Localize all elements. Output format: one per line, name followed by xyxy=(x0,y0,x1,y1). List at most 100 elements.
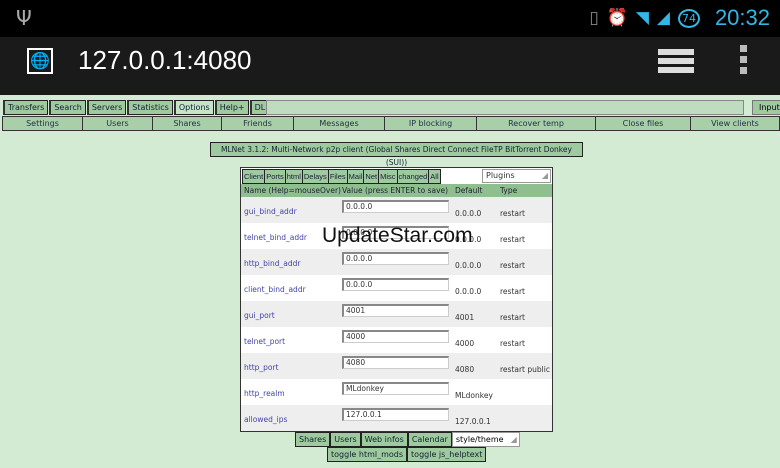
nav-users[interactable]: Users xyxy=(330,432,361,447)
command-input[interactable] xyxy=(266,100,744,115)
tab-changed[interactable]: changed xyxy=(396,169,430,184)
option-tabs: Client Ports html Delays Files Mail Net … xyxy=(242,169,441,184)
option-default: 0.0.0.0 xyxy=(455,287,482,296)
option-type: restart xyxy=(500,261,526,270)
input-button[interactable]: Input xyxy=(752,100,780,115)
option-row: http_bind_addr 0.0.0.0 0.0.0.0 restart xyxy=(241,249,552,275)
tabs-icon[interactable] xyxy=(658,49,694,75)
dropdown-icon: ◢ xyxy=(510,435,517,444)
globe-icon: 🌐 xyxy=(27,48,53,74)
nav-web-infos[interactable]: Web infos xyxy=(360,432,408,447)
overflow-menu-icon[interactable] xyxy=(740,45,748,78)
plugins-select[interactable]: Plugins ◢ xyxy=(482,169,551,183)
option-name[interactable]: gui_bind_addr xyxy=(244,207,297,216)
col-type: Type xyxy=(500,186,518,195)
option-value-input[interactable]: MLdonkey xyxy=(342,382,449,395)
battery-icon: 74 xyxy=(678,8,700,28)
col-name: Name (Help=mouseOver) xyxy=(244,186,341,195)
style-theme-select[interactable]: style/theme ◢ xyxy=(451,432,520,447)
option-default: 0.0.0.0 xyxy=(455,261,482,270)
bottom-nav: Shares Users Web infos Calendar style/th… xyxy=(295,432,520,447)
nav-calendar[interactable]: Calendar xyxy=(407,432,452,447)
options-panel: Client Ports html Delays Files Mail Net … xyxy=(240,167,553,432)
dropdown-icon: ◢ xyxy=(541,171,548,180)
option-type: restart xyxy=(500,313,526,322)
subnav-ip-blocking[interactable]: IP blocking xyxy=(385,117,477,130)
signal-icon: ◢ xyxy=(656,8,670,28)
tab-files[interactable]: Files xyxy=(327,169,348,184)
alarm-icon: ⏰ xyxy=(606,8,628,28)
subnav-settings[interactable]: Settings xyxy=(3,117,83,130)
vibrate-icon: ▯ xyxy=(589,8,599,28)
option-name[interactable]: client_bind_addr xyxy=(244,285,306,294)
option-value-input[interactable]: 4000 xyxy=(342,330,449,343)
main-nav: Transfers Search Servers Statistics Opti… xyxy=(3,100,270,115)
toggle-html-mods[interactable]: toggle html_mods xyxy=(327,447,408,462)
browser-action-bar: 🌐 127.0.0.1:4080 xyxy=(0,37,780,95)
sub-nav: Settings Users Shares Friends Messages I… xyxy=(2,116,780,131)
nav-shares[interactable]: Shares xyxy=(295,432,331,447)
option-name[interactable]: http_bind_addr xyxy=(244,259,300,268)
nav-transfers[interactable]: Transfers xyxy=(3,100,49,115)
tab-all[interactable]: All xyxy=(428,169,441,184)
option-value-input[interactable]: 0.0.0.0 xyxy=(342,252,449,265)
nav-search[interactable]: Search xyxy=(49,100,86,115)
option-name[interactable]: gui_port xyxy=(244,311,275,320)
option-default: 127.0.0.1 xyxy=(455,417,491,426)
option-type: restart public xyxy=(500,365,550,374)
style-select-value: style/theme xyxy=(455,435,504,444)
col-default: Default xyxy=(455,186,483,195)
option-type: restart xyxy=(500,235,526,244)
option-row: client_bind_addr 0.0.0.0 0.0.0.0 restart xyxy=(241,275,552,301)
subnav-messages[interactable]: Messages xyxy=(294,117,385,130)
tab-html[interactable]: html xyxy=(284,169,303,184)
option-row: gui_bind_addr 0.0.0.0 0.0.0.0 restart xyxy=(241,197,552,223)
option-row: http_port 4080 4080 restart public xyxy=(241,353,552,379)
option-value-input[interactable]: 4080 xyxy=(342,356,449,369)
option-value-input[interactable]: 0.0.0.0 xyxy=(342,278,449,291)
option-name[interactable]: telnet_bind_addr xyxy=(244,233,307,242)
tab-client[interactable]: Client xyxy=(242,169,266,184)
option-default: 0.0.0.0 xyxy=(455,209,482,218)
toggle-js-helptext[interactable]: toggle js_helptext xyxy=(407,447,487,462)
option-value-input[interactable]: 0.0.0.0 xyxy=(342,200,449,213)
option-row: telnet_port 4000 4000 restart xyxy=(241,327,552,353)
option-name[interactable]: telnet_port xyxy=(244,337,285,346)
nav-options[interactable]: Options xyxy=(173,100,214,115)
url-bar[interactable]: 127.0.0.1:4080 xyxy=(78,45,252,76)
col-value: Value (press ENTER to save) xyxy=(342,186,449,195)
subnav-close-files[interactable]: Close files xyxy=(596,117,691,130)
subnav-users[interactable]: Users xyxy=(83,117,153,130)
tab-mail[interactable]: Mail xyxy=(346,169,365,184)
option-value-input[interactable]: 127.0.0.1 xyxy=(342,408,449,421)
clock: 20:32 xyxy=(714,5,770,30)
nav-help[interactable]: Help+ xyxy=(214,100,249,115)
option-name[interactable]: allowed_ips xyxy=(244,415,287,424)
option-name[interactable]: http_port xyxy=(244,363,279,372)
nav-statistics[interactable]: Statistics xyxy=(127,100,173,115)
status-bar: Ψ ▯ ⏰ ◥ ◢ 74 20:32 xyxy=(0,0,780,37)
option-value-input[interactable]: 4001 xyxy=(342,304,449,317)
subnav-recover-temp[interactable]: Recover temp xyxy=(477,117,596,130)
option-row: http_realm MLdonkey MLdonkey xyxy=(241,379,552,405)
option-row: allowed_ips 127.0.0.1 127.0.0.1 xyxy=(241,405,552,431)
plugins-select-value: Plugins xyxy=(486,171,515,180)
option-default: 4080 xyxy=(455,365,475,374)
option-default: MLdonkey xyxy=(455,391,493,400)
tab-ports[interactable]: Ports xyxy=(264,169,286,184)
option-name[interactable]: http_realm xyxy=(244,389,285,398)
option-type: restart xyxy=(500,339,526,348)
tab-misc[interactable]: Misc xyxy=(378,169,398,184)
option-type: restart xyxy=(500,287,526,296)
subnav-view-clients[interactable]: View clients xyxy=(691,117,779,130)
nav-servers[interactable]: Servers xyxy=(86,100,127,115)
usb-icon: Ψ xyxy=(16,6,32,30)
tab-net[interactable]: Net xyxy=(363,169,380,184)
version-banner: MLNet 3.1.2: Multi-Network p2p client (G… xyxy=(210,142,583,167)
option-type: restart xyxy=(500,209,526,218)
wifi-icon: ◥ xyxy=(635,8,649,28)
subnav-shares[interactable]: Shares xyxy=(153,117,222,130)
subnav-friends[interactable]: Friends xyxy=(222,117,294,130)
option-default: 4000 xyxy=(455,339,475,348)
tab-delays[interactable]: Delays xyxy=(301,169,329,184)
